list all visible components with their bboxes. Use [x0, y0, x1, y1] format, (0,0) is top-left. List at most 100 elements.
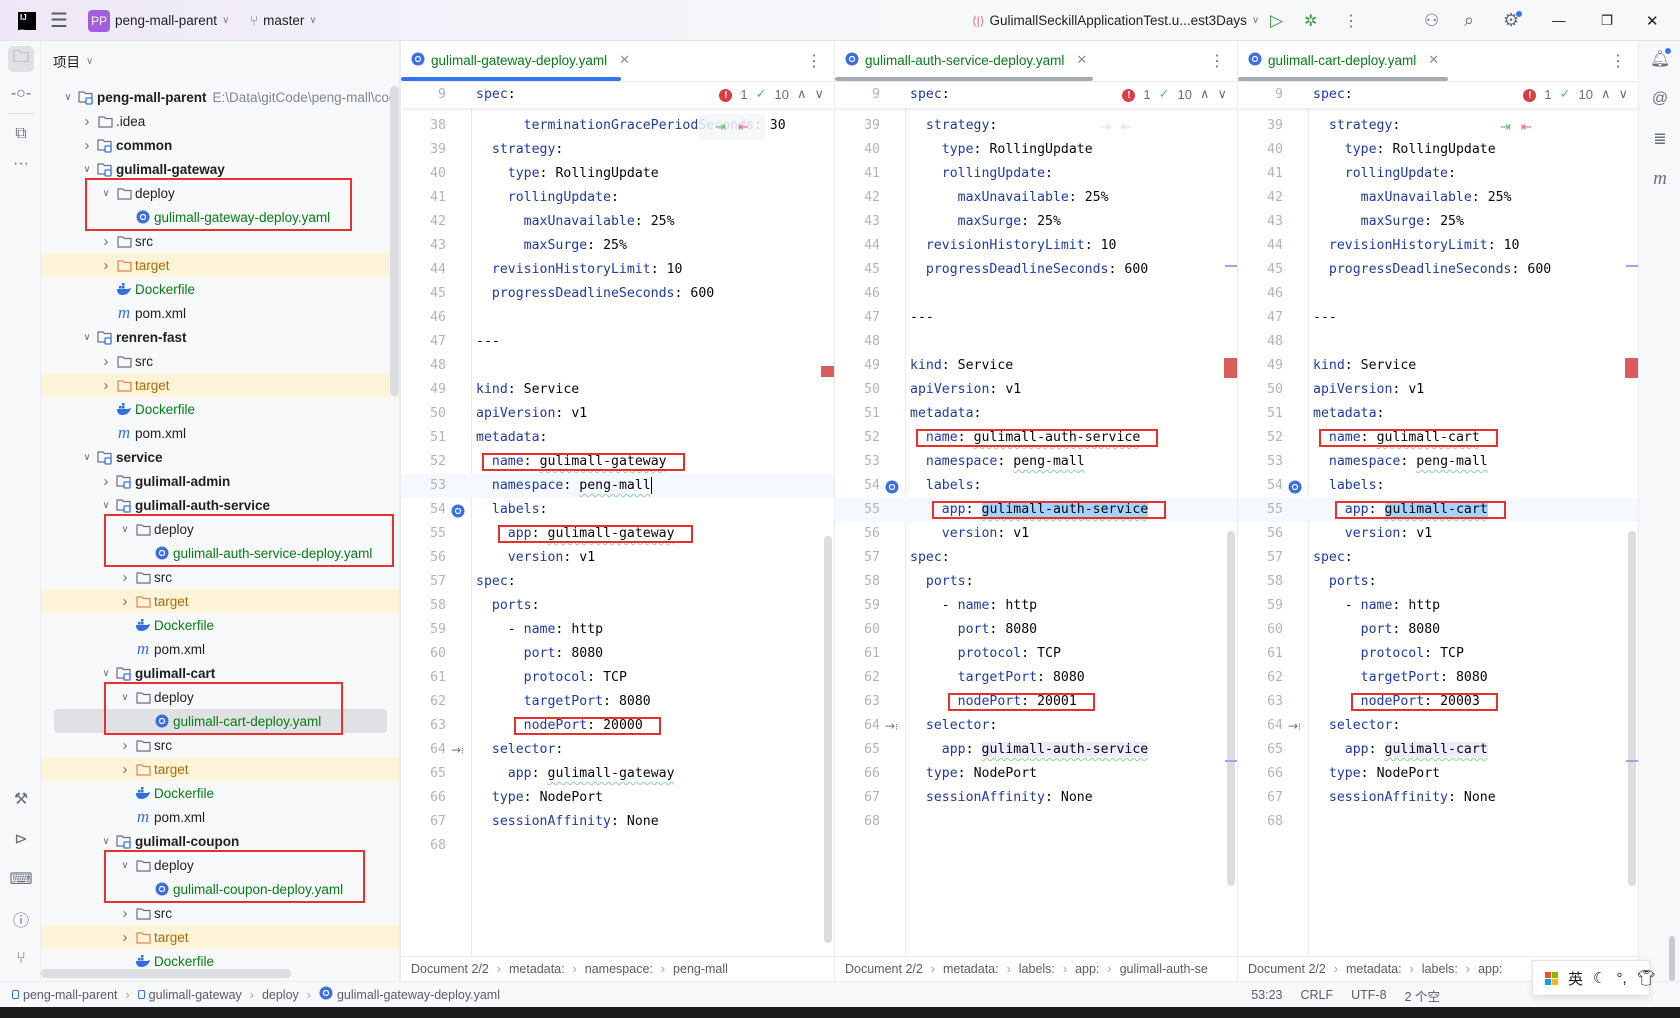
code-line[interactable]: 66 type: NodePort [1238, 762, 1638, 786]
code-line[interactable]: 53 namespace: peng-mall [1238, 450, 1638, 474]
tree-item[interactable]: m pom.xml [41, 805, 399, 829]
breadcrumb-item[interactable]: metadata: [1346, 962, 1402, 976]
code-line[interactable]: 54 labels: [401, 498, 834, 522]
breadcrumb-item[interactable]: labels: [1019, 962, 1055, 976]
breadcrumb-item[interactable]: namespace: [585, 962, 653, 976]
chevron-right-icon[interactable]: › [118, 929, 132, 946]
code-line[interactable]: 46 [1238, 282, 1638, 306]
chevron-right-icon[interactable]: › [99, 353, 113, 370]
chevron-down-icon[interactable]: ∨ [80, 332, 94, 343]
next-highlight-chevron-down-icon[interactable]: ∨ [1217, 86, 1227, 102]
code-line[interactable]: 57 spec: [1238, 546, 1638, 570]
code-line[interactable]: 45 progressDeadlineSeconds: 600 [1238, 258, 1638, 282]
kubernetes-resource-gutter-icon[interactable] [449, 502, 466, 519]
chevron-down-icon[interactable]: ∨ [118, 692, 132, 703]
code-area[interactable]: 39 strategy: 40 type: RollingUpdate 41 rol… [1238, 108, 1638, 956]
code-line[interactable]: 64 →⁝ selector: [835, 714, 1237, 738]
code-line[interactable]: 56 version: v1 [835, 522, 1237, 546]
tree-item[interactable]: › target [41, 589, 399, 613]
code-line[interactable]: 61 protocol: TCP [1238, 642, 1638, 666]
kubernetes-resource-gutter-icon[interactable] [1286, 478, 1303, 495]
diff-actions[interactable]: ⇥ ⇤ [1100, 114, 1150, 140]
breadcrumb-item[interactable]: gulimall-auth-se [1120, 962, 1208, 976]
code-line[interactable]: 60 port: 8080 [835, 618, 1237, 642]
code-line[interactable]: 47 --- [401, 330, 834, 354]
diff-actions[interactable]: ⇥ ⇤ [1500, 114, 1550, 140]
search-icon[interactable]: ⌕ [1464, 0, 1474, 41]
tree-item[interactable]: m pom.xml [41, 637, 399, 661]
breadcrumb-item[interactable]: Document 2/2 [1248, 962, 1326, 976]
code-line[interactable]: 63 nodePort: 20001 [835, 690, 1237, 714]
code-line[interactable]: 38 terminationGracePeriodSeconds: 30 [401, 114, 834, 138]
editor-vertical-scrollbar[interactable] [1227, 531, 1235, 886]
chevron-down-icon[interactable]: ∨ [80, 452, 94, 463]
navigate-to-selector-gutter-icon[interactable]: →⁝ [1286, 718, 1303, 735]
code-line[interactable]: 55 app: gulimall-auth-service [835, 498, 1237, 522]
code-line[interactable]: 50 apiVersion: v1 [1238, 378, 1638, 402]
code-line[interactable]: 42 maxUnavailable: 25% [835, 186, 1237, 210]
code-line[interactable]: 46 [835, 282, 1237, 306]
chevron-right-icon[interactable]: › [118, 905, 132, 922]
tab-actions-kebab-icon[interactable]: ⋮ [1610, 51, 1626, 71]
tree-item[interactable]: ∨ deploy [41, 685, 399, 709]
tree-item[interactable]: › target [41, 253, 399, 277]
editor-tab[interactable]: gulimall-gateway-deploy.yaml ✕ [411, 41, 630, 79]
ime-mode[interactable]: 英 [1568, 968, 1583, 989]
tree-item[interactable]: Dockerfile [41, 781, 399, 805]
tree-item[interactable]: › src [41, 733, 399, 757]
tree-item[interactable]: › src [41, 901, 399, 925]
project-view-selector[interactable]: 项目 ∨ [53, 51, 93, 71]
code-line[interactable]: 64 →⁝ selector: [401, 738, 834, 762]
code-line[interactable]: 58 ports: [835, 570, 1237, 594]
intellij-logo[interactable]: IJ _ [18, 0, 36, 41]
chevron-right-icon[interactable]: › [80, 113, 94, 130]
code-line[interactable]: 55 app: gulimall-cart [1238, 498, 1638, 522]
code-line[interactable]: 41 rollingUpdate: [835, 162, 1237, 186]
navigate-to-selector-gutter-icon[interactable]: →⁝ [883, 718, 900, 735]
previous-highlight-chevron-up-icon[interactable]: ∧ [1601, 86, 1611, 102]
previous-highlight-chevron-up-icon[interactable]: ∧ [797, 86, 807, 102]
code-line[interactable]: 39 strategy: [401, 138, 834, 162]
more-actions-kebab-icon[interactable]: ⋮ [1343, 0, 1359, 41]
error-stripe-marker[interactable] [1224, 358, 1237, 378]
error-stripe-marker[interactable] [1625, 358, 1638, 378]
usage-stripe-marker[interactable] [1225, 265, 1237, 267]
editor-vertical-scrollbar[interactable] [1628, 531, 1636, 886]
next-highlight-chevron-down-icon[interactable]: ∨ [1618, 86, 1628, 102]
project-tree-vertical-scrollbar[interactable] [390, 86, 399, 396]
ai-assistant-spiral-icon[interactable]: @ [1647, 86, 1673, 112]
code-line[interactable]: 67 sessionAffinity: None [401, 810, 834, 834]
code-line[interactable]: 42 maxUnavailable: 25% [1238, 186, 1638, 210]
code-line[interactable]: 50 apiVersion: v1 [835, 378, 1237, 402]
code-line[interactable]: 41 rollingUpdate: [401, 186, 834, 210]
tree-item[interactable]: › target [41, 757, 399, 781]
editor-vertical-scrollbar[interactable] [824, 536, 832, 943]
tree-item[interactable]: › common [41, 133, 399, 157]
editor-tab[interactable]: gulimall-cart-deploy.yaml ✕ [1248, 41, 1439, 79]
code-line[interactable]: 53 namespace: peng-mall [835, 450, 1237, 474]
file-encoding[interactable]: UTF-8 [1351, 988, 1386, 1002]
tree-item[interactable]: Dockerfile [41, 277, 399, 301]
code-line[interactable]: 57 spec: [401, 570, 834, 594]
code-line[interactable]: 56 version: v1 [1238, 522, 1638, 546]
code-line[interactable]: 59 - name: http [835, 594, 1237, 618]
code-line[interactable]: 62 targetPort: 8080 [1238, 666, 1638, 690]
tree-item[interactable]: › src [41, 565, 399, 589]
code-line[interactable]: 62 targetPort: 8080 [401, 690, 834, 714]
code-line[interactable]: 63 nodePort: 20000 [401, 714, 834, 738]
code-line[interactable]: 51 metadata: [401, 426, 834, 450]
tree-item[interactable]: ∨ gulimall-gateway [41, 157, 399, 181]
code-line[interactable]: 59 - name: http [401, 618, 834, 642]
tree-item[interactable]: ∨ gulimall-coupon [41, 829, 399, 853]
tree-item[interactable]: m pom.xml [41, 421, 399, 445]
close-tab-icon[interactable]: ✕ [619, 52, 630, 68]
code-line[interactable]: 42 maxUnavailable: 25% [401, 210, 834, 234]
chevron-down-icon[interactable]: ∨ [99, 500, 113, 511]
code-line[interactable]: 46 [401, 306, 834, 330]
code-line[interactable]: 53 namespace: peng-mall [401, 474, 834, 498]
diff-actions[interactable]: ⇥ ⇤ [699, 114, 765, 140]
project-tree-horizontal-scrollbar[interactable] [41, 969, 291, 978]
code-line[interactable]: 41 rollingUpdate: [1238, 162, 1638, 186]
close-tab-icon[interactable]: ✕ [1076, 52, 1087, 68]
code-line[interactable]: 66 type: NodePort [835, 762, 1237, 786]
